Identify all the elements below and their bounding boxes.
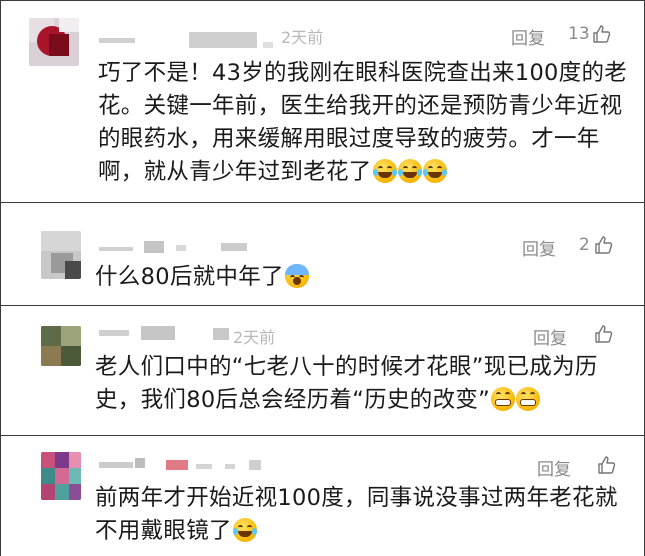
comment-item: 2天前 回复 13 巧了不是！43岁的我刚在眼科医院查出来100度的老 花。关键… bbox=[1, 0, 644, 202]
comment-text: 前两年才开始近视100度，同事说没事过两年老花就 不用戴眼镜了 bbox=[95, 485, 618, 544]
laugh-cry-emoji bbox=[397, 159, 422, 183]
timestamp: 2天前 bbox=[233, 328, 276, 347]
laugh-cry-emoji bbox=[232, 518, 257, 542]
thumbs-up-icon bbox=[595, 325, 613, 343]
avatar[interactable] bbox=[41, 326, 81, 366]
grin-emoji bbox=[491, 387, 516, 411]
comment-item: 回复 2 什么80后就中年了 bbox=[1, 203, 644, 304]
like-count: 13 bbox=[568, 24, 590, 44]
avatar[interactable] bbox=[41, 452, 81, 500]
thumbs-up-icon bbox=[593, 25, 611, 43]
grin-emoji bbox=[516, 387, 541, 411]
laugh-cry-emoji bbox=[422, 159, 447, 183]
comment-item: 回复 前两年才开始近视100度，同事说没事过两年老花就 不用戴眼镜了 bbox=[1, 436, 644, 556]
reply-button[interactable]: 回复 bbox=[533, 324, 567, 349]
laugh-cry-emoji bbox=[372, 159, 397, 183]
reply-button[interactable]: 回复 bbox=[522, 235, 556, 260]
reply-button[interactable]: 回复 bbox=[537, 455, 571, 480]
reply-button[interactable]: 回复 bbox=[511, 24, 545, 49]
timestamp: 2天前 bbox=[281, 28, 324, 47]
scream-emoji bbox=[284, 264, 309, 288]
avatar[interactable] bbox=[41, 231, 81, 279]
comment-text: 什么80后就中年了 bbox=[95, 261, 309, 294]
thumbs-up-icon bbox=[598, 456, 616, 474]
comment-text: 巧了不是！43岁的我刚在眼科医院查出来100度的老 花。关键一年前，医生给我开的… bbox=[98, 60, 628, 185]
thumbs-up-icon bbox=[595, 236, 613, 254]
comment-item: 2天前 回复 老人们口中的“七老八十的时候才花眼”现已成为历 史，我们80后总会… bbox=[1, 306, 644, 434]
avatar[interactable] bbox=[29, 18, 79, 66]
comment-text: 老人们口中的“七老八十的时候才花眼”现已成为历 史，我们80后总会经历着“历史的… bbox=[95, 354, 598, 413]
like-count: 2 bbox=[579, 235, 590, 255]
